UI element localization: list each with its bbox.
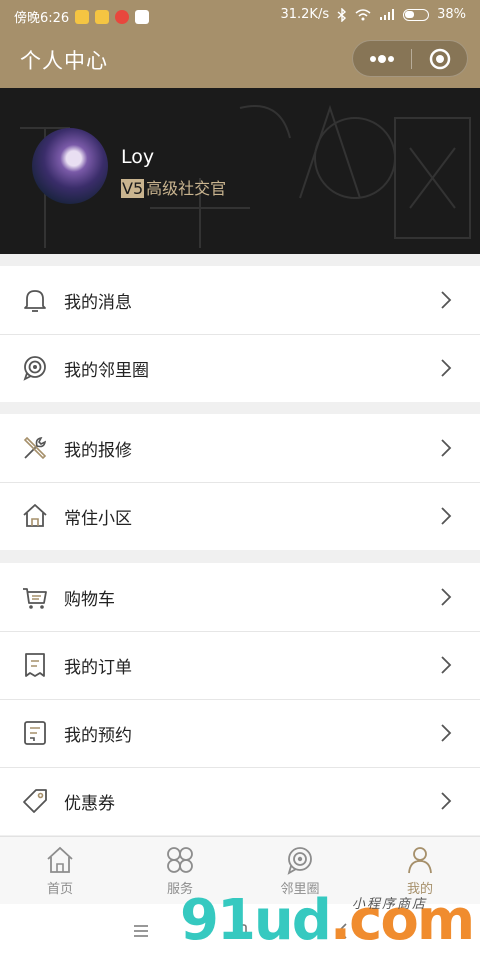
menu-item-label: 我的消息 xyxy=(64,293,132,313)
level-title: 高级社交官 xyxy=(146,179,227,198)
profile-screen: 傍晚6:26 31.2K/s 38% 个人中心 Loy V5 高级社交官 我的消… xyxy=(0,0,480,960)
menu-item-cart[interactable]: 购物车 xyxy=(0,563,480,631)
user-name: Loy xyxy=(121,146,155,168)
menu-group-home: 我的报修 常住小区 xyxy=(0,414,480,550)
services-icon xyxy=(167,847,193,873)
chevron-right-icon xyxy=(441,724,452,742)
menu-item-appointments[interactable]: 我的预约 xyxy=(0,699,480,767)
chevron-right-icon xyxy=(441,359,452,377)
more-button[interactable] xyxy=(353,41,411,76)
notification-icon xyxy=(95,9,110,24)
watermark-logo: 91ud.com xyxy=(180,888,475,953)
menu-item-label: 我的邻里圈 xyxy=(64,361,149,381)
chevron-right-icon xyxy=(441,656,452,674)
wifi-icon xyxy=(355,8,371,20)
close-button[interactable] xyxy=(412,41,467,76)
home-icon xyxy=(47,846,73,873)
chevron-right-icon xyxy=(441,439,452,457)
menu-icon[interactable] xyxy=(132,922,150,940)
menu-item-neighborhood[interactable]: 我的邻里圈 xyxy=(0,334,480,402)
bluetooth-icon xyxy=(337,7,347,22)
neighborhood-circle-icon xyxy=(287,847,312,875)
profile-banner: Loy V5 高级社交官 xyxy=(0,88,480,254)
shopping-cart-icon xyxy=(23,588,47,609)
battery-level: 38% xyxy=(437,7,466,22)
tab-label: 首页 xyxy=(46,882,73,897)
chevron-right-icon xyxy=(441,507,452,525)
user-level: V5 高级社交官 xyxy=(121,175,226,199)
avatar[interactable] xyxy=(32,128,108,204)
notification-icon xyxy=(75,9,90,24)
coupon-tag-icon xyxy=(23,789,47,813)
status-time: 傍晚6:26 xyxy=(14,11,70,26)
house-icon xyxy=(23,504,47,527)
chevron-right-icon xyxy=(441,291,452,309)
menu-group-shopping: 购物车 我的订单 我的预约 优惠券 xyxy=(0,563,480,835)
chevron-right-icon xyxy=(441,588,452,606)
watermark-brand: 91ud xyxy=(180,888,332,953)
menu-item-coupons[interactable]: 优惠券 xyxy=(0,767,480,835)
menu-item-label: 我的预约 xyxy=(64,726,132,746)
miniprogram-capsule xyxy=(352,40,468,77)
notification-icon xyxy=(135,9,150,24)
battery-icon xyxy=(403,8,430,21)
menu-item-community[interactable]: 常住小区 xyxy=(0,482,480,550)
status-bar: 傍晚6:26 31.2K/s 38% xyxy=(0,0,480,30)
menu-item-label: 我的订单 xyxy=(64,658,132,678)
close-target-icon xyxy=(429,48,450,69)
chevron-right-icon xyxy=(441,792,452,810)
menu-item-label: 我的报修 xyxy=(64,441,132,461)
menu-item-orders[interactable]: 我的订单 xyxy=(0,631,480,699)
top-bar: 傍晚6:26 31.2K/s 38% 个人中心 xyxy=(0,0,480,88)
menu-item-label: 常住小区 xyxy=(64,509,132,529)
person-icon xyxy=(408,847,432,874)
repair-tools-icon xyxy=(23,436,47,460)
level-badge: V5 xyxy=(121,179,145,198)
menu-item-messages[interactable]: 我的消息 xyxy=(0,266,480,334)
menu-item-label: 优惠券 xyxy=(64,794,115,814)
bell-icon xyxy=(24,290,46,312)
menu-item-label: 购物车 xyxy=(64,590,115,610)
network-speed: 31.2K/s xyxy=(280,7,330,22)
order-receipt-icon xyxy=(25,653,45,677)
watermark-tagline: 小程序商店 xyxy=(352,897,428,912)
signal-icon xyxy=(380,8,395,20)
page-title: 个人中心 xyxy=(20,49,108,73)
notification-icon xyxy=(115,9,130,24)
neighborhood-circle-icon xyxy=(23,356,46,381)
menu-group-messages: 我的消息 我的邻里圈 xyxy=(0,266,480,402)
menu-item-repair[interactable]: 我的报修 xyxy=(0,414,480,482)
more-dots-icon xyxy=(370,54,394,63)
tab-home[interactable]: 首页 xyxy=(0,837,120,904)
appointment-icon xyxy=(24,721,46,745)
